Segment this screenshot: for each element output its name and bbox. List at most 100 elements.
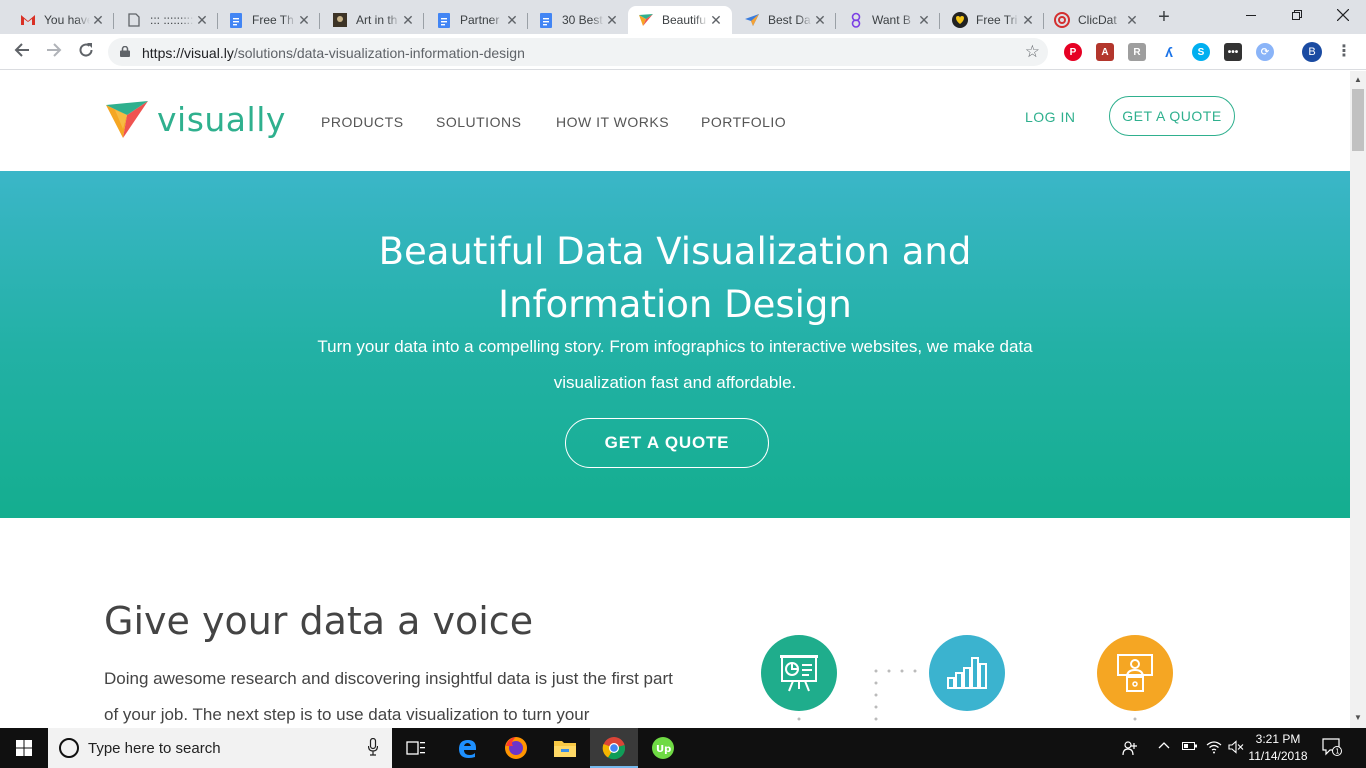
hero-get-quote-button[interactable]: GET A QUOTE	[565, 418, 769, 468]
pdf-icon[interactable]: A	[1096, 43, 1114, 61]
clock-date: 11/14/2018	[1248, 749, 1308, 763]
evernote-icon[interactable]: R	[1128, 43, 1146, 61]
scrollbar-thumb[interactable]	[1352, 89, 1364, 151]
tab-partner[interactable]: Partner ✕	[426, 6, 528, 34]
battery-icon[interactable]	[1182, 740, 1198, 755]
google-docs-icon	[436, 12, 452, 28]
close-icon[interactable]: ✕	[90, 12, 106, 28]
address-bar[interactable]: https://visual.ly/solutions/data-visuali…	[108, 38, 1048, 66]
edge-browser-icon[interactable]	[453, 734, 481, 762]
forward-arrow-icon	[47, 43, 62, 57]
windows-logo-icon	[16, 740, 32, 756]
tab-document[interactable]: ::: :::::::::: ::: ✕	[116, 6, 218, 34]
google-docs-icon	[228, 12, 244, 28]
close-icon[interactable]: ✕	[604, 12, 620, 28]
tab-title: Partner	[460, 13, 500, 27]
close-icon[interactable]: ✕	[1124, 12, 1140, 28]
browser-toolbar: https://visual.ly/solutions/data-visuali…	[0, 34, 1366, 70]
loop-icon	[848, 12, 864, 28]
tab-title: Best Da	[768, 13, 811, 27]
show-hidden-icons-chevron-icon[interactable]	[1158, 740, 1170, 755]
hero-title-line-1: Beautiful Data Visualization and	[378, 230, 972, 273]
hero-banner: Beautiful Data Visualization and Informa…	[0, 171, 1350, 518]
header-get-quote-button[interactable]: GET A QUOTE	[1109, 96, 1235, 136]
system-clock[interactable]: 3:21 PM 11/14/2018	[1240, 731, 1316, 765]
skype-icon[interactable]: S	[1192, 43, 1210, 61]
minimize-icon	[1246, 15, 1256, 16]
document-icon	[126, 12, 142, 28]
visually-logo[interactable]: visually	[105, 99, 286, 139]
refresh-ext-icon[interactable]: ⟳	[1256, 43, 1274, 61]
nav-portfolio[interactable]: PORTFOLIO	[701, 114, 786, 130]
close-icon[interactable]: ✕	[1020, 12, 1036, 28]
scroll-up-icon[interactable]: ▲	[1354, 75, 1362, 84]
file-explorer-icon[interactable]	[551, 734, 579, 762]
tab-title: Want B	[872, 13, 911, 27]
close-icon[interactable]: ✕	[194, 12, 210, 28]
more-box-icon[interactable]: •••	[1224, 43, 1242, 61]
site-header: visually PRODUCTS SOLUTIONS HOW IT WORKS…	[0, 71, 1350, 171]
upwork-icon[interactable]: Up	[649, 734, 677, 762]
wifi-icon[interactable]	[1206, 740, 1222, 757]
tab-want-b[interactable]: Want B ✕	[838, 6, 940, 34]
cortana-icon	[59, 738, 79, 758]
minimize-button[interactable]	[1228, 0, 1274, 30]
close-icon[interactable]: ✕	[400, 12, 416, 28]
dotted-connector	[874, 669, 917, 721]
feather-icon[interactable]: ʎ	[1160, 43, 1178, 61]
task-view-icon[interactable]	[402, 734, 430, 762]
google-docs-icon	[538, 12, 554, 28]
bookmark-star-icon[interactable]: ☆	[1025, 42, 1040, 62]
nav-solutions[interactable]: SOLUTIONS	[436, 114, 521, 130]
browser-menu-icon[interactable]: ⋮	[1336, 42, 1352, 62]
tab-gmail[interactable]: You have ✕	[10, 6, 114, 34]
page-scrollbar[interactable]: ▲ ▼	[1350, 71, 1366, 728]
close-icon[interactable]: ✕	[812, 12, 828, 28]
new-tab-button[interactable]: +	[1152, 6, 1176, 30]
scroll-down-icon[interactable]: ▼	[1354, 713, 1362, 722]
tab-best-da[interactable]: Best Da ✕	[734, 6, 836, 34]
tab-free-th[interactable]: Free Th ✕	[218, 6, 320, 34]
tab-title: 30 Best	[562, 13, 603, 27]
art-icon	[332, 12, 348, 28]
close-window-button[interactable]	[1320, 0, 1366, 30]
close-icon[interactable]: ✕	[504, 12, 520, 28]
bar-chart-icon	[929, 635, 1005, 711]
profile-avatar[interactable]: B	[1302, 42, 1322, 62]
speaker-podium-icon	[1097, 635, 1173, 711]
reload-icon	[79, 43, 93, 57]
tab-title: Free Tri	[976, 13, 1018, 27]
tab-free-tri[interactable]: Free Tri ✕	[942, 6, 1044, 34]
forward-button[interactable]	[42, 40, 66, 64]
back-button[interactable]	[10, 40, 34, 64]
reload-button[interactable]	[74, 40, 98, 64]
presentation-board-icon	[761, 635, 837, 711]
taskbar-search-box[interactable]: Type here to search	[48, 728, 392, 768]
gmail-icon	[20, 12, 36, 28]
people-icon[interactable]	[1122, 740, 1138, 759]
tab-visually-active[interactable]: Beautifu ✕	[628, 6, 732, 34]
start-button[interactable]	[0, 728, 48, 768]
login-link[interactable]: LOG IN	[1025, 109, 1075, 125]
clock-time: 3:21 PM	[1255, 732, 1301, 746]
svg-text:Up: Up	[656, 744, 671, 755]
tab-art[interactable]: Art in th ✕	[322, 6, 424, 34]
nav-how-it-works[interactable]: HOW IT WORKS	[556, 114, 669, 130]
tab-title: You have	[44, 13, 90, 27]
tab-30-best[interactable]: 30 Best ✕	[528, 6, 628, 34]
close-icon[interactable]: ✕	[708, 12, 724, 28]
hero-subtitle: Turn your data into a compelling story. …	[317, 337, 1033, 392]
nav-products[interactable]: PRODUCTS	[321, 114, 404, 130]
chrome-icon[interactable]	[600, 734, 628, 762]
visually-logo-icon	[106, 101, 148, 138]
firefox-icon[interactable]	[502, 734, 530, 762]
close-icon[interactable]: ✕	[296, 12, 312, 28]
pinterest-icon[interactable]: P	[1064, 43, 1082, 61]
restore-button[interactable]	[1274, 0, 1320, 30]
action-center-icon[interactable]: 1	[1322, 738, 1342, 756]
tab-title: ::: :::::::::: :::	[150, 13, 194, 27]
microphone-icon[interactable]	[368, 738, 378, 756]
close-icon[interactable]: ✕	[916, 12, 932, 28]
tab-clicdata[interactable]: ClicDat ✕	[1044, 6, 1148, 34]
hero-title-line-2: Information Design	[498, 283, 852, 326]
